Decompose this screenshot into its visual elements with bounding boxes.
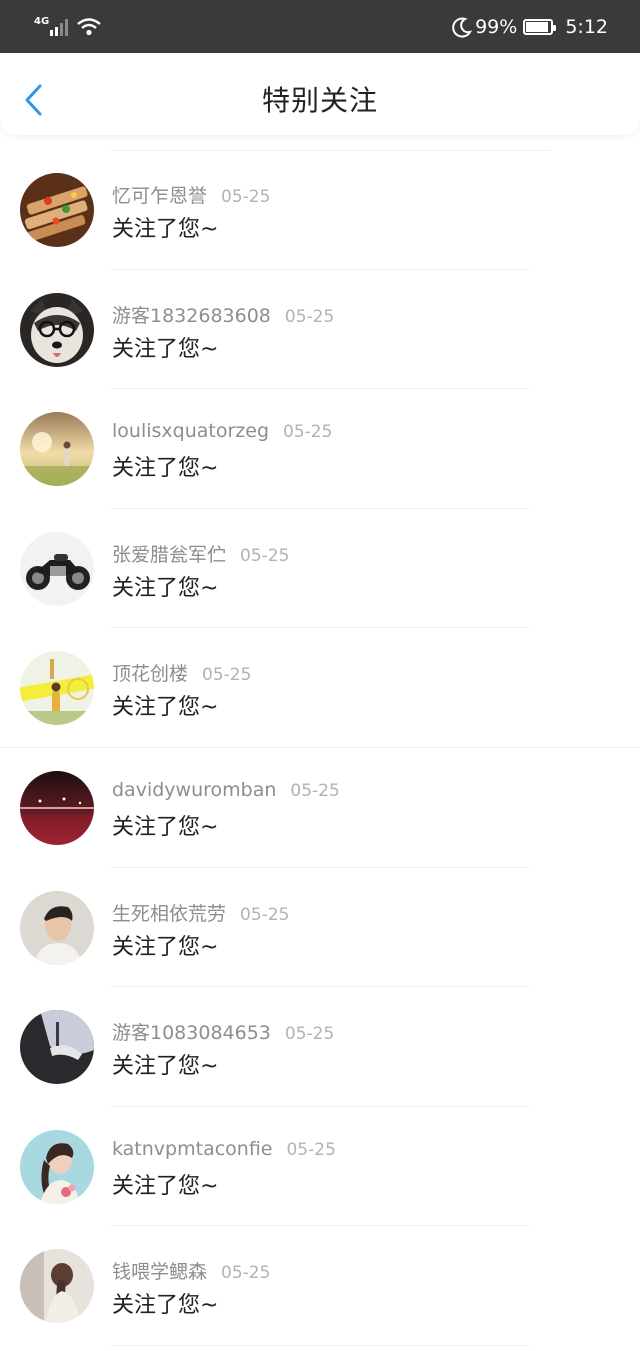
follow-date: 05-25 xyxy=(284,1024,335,1045)
girl-braid-avatar[interactable] xyxy=(20,1129,94,1204)
battery-icon xyxy=(523,19,557,35)
list-item[interactable]: 钱喂学鳃森 05-25 关注了您~ xyxy=(0,1226,640,1346)
follower-name[interactable]: davidywuromban xyxy=(112,779,276,801)
follow-date: 05-25 xyxy=(286,1139,336,1160)
list-item[interactable]: davidywuromban 05-25 关注了您~ xyxy=(0,748,640,868)
follower-name[interactable]: 钱喂学鳃森 xyxy=(112,1261,207,1283)
list-item[interactable]: 生死相依荒劳 05-25 关注了您~ xyxy=(0,868,640,988)
nav-header: 特别关注 xyxy=(0,53,640,135)
list-item[interactable]: katnvpmtaconfie 05-25 关注了您~ xyxy=(0,1107,640,1227)
list-item[interactable]: loulisxquatorzeg 05-25 关注了您~ xyxy=(0,389,640,509)
follower-name[interactable]: katnvpmtaconfie xyxy=(112,1138,272,1160)
follow-message: 关注了您~ xyxy=(112,814,219,840)
follow-message: 关注了您~ xyxy=(112,695,219,721)
young-man-avatar[interactable] xyxy=(20,890,94,965)
follower-name[interactable]: 生死相依荒劳 xyxy=(112,903,226,925)
moon-icon xyxy=(452,17,473,38)
husky-dog-avatar[interactable] xyxy=(20,292,94,367)
follow-message: 关注了您~ xyxy=(112,575,219,601)
follower-name[interactable]: loulisxquatorzeg xyxy=(112,420,269,442)
status-bar: 4G 99% 5:12 xyxy=(0,0,640,53)
follower-name[interactable]: 游客1083084653 xyxy=(112,1022,271,1044)
list-item[interactable]: 顶花创楼 05-25 关注了您~ xyxy=(0,628,640,748)
follower-name[interactable]: 忆可乍恩誉 xyxy=(112,185,207,207)
clock: 5:12 xyxy=(565,16,608,38)
list-item[interactable]: 张爱腊瓮军伫 05-25 关注了您~ xyxy=(0,509,640,629)
follow-message: 关注了您~ xyxy=(112,934,219,960)
signal-icon xyxy=(50,18,70,36)
follow-date: 05-25 xyxy=(221,187,271,207)
battery-percent: 99% xyxy=(475,16,518,38)
wifi-icon xyxy=(77,18,101,36)
follow-date: 05-25 xyxy=(240,904,290,925)
list-item[interactable]: 游客1832683608 05-25 关注了您~ xyxy=(0,270,640,390)
sunset-field-avatar[interactable] xyxy=(20,412,94,487)
divider xyxy=(110,1344,530,1346)
girl-back-avatar[interactable] xyxy=(20,1249,94,1324)
follow-date: 05-25 xyxy=(284,306,335,327)
night-city-avatar[interactable] xyxy=(20,770,94,845)
page-title: 特别关注 xyxy=(261,84,378,117)
follow-date: 05-25 xyxy=(290,780,340,801)
follow-date: 05-25 xyxy=(202,665,252,686)
follow-message: 关注了您~ xyxy=(112,456,219,482)
follower-name[interactable]: 张爱腊瓮军伫 xyxy=(112,544,226,566)
follow-message: 关注了您~ xyxy=(112,217,219,242)
follow-message: 关注了您~ xyxy=(112,1173,219,1199)
follow-message: 关注了您~ xyxy=(112,336,219,362)
follow-message: 关注了您~ xyxy=(112,1054,219,1080)
follow-message: 关注了您~ xyxy=(112,1293,219,1319)
dark-hand-avatar[interactable] xyxy=(20,1010,94,1085)
follower-name[interactable]: 顶花创楼 xyxy=(112,663,188,685)
follower-name[interactable]: 游客1832683608 xyxy=(112,305,271,327)
motorcycle-avatar[interactable] xyxy=(20,531,94,606)
follower-list: 忆可乍恩誉 05-25 关注了您~ 游客1832683608 05-25 关注了您~ xyxy=(0,150,640,1346)
follow-date: 05-25 xyxy=(283,422,333,443)
follow-date: 05-25 xyxy=(240,545,290,566)
list-item[interactable]: 忆可乍恩誉 05-25 关注了您~ xyxy=(0,150,640,270)
food-grill-avatar[interactable] xyxy=(20,173,94,247)
network-type: 4G xyxy=(34,15,50,27)
follow-date: 05-25 xyxy=(221,1263,271,1284)
list-item[interactable]: 游客1083084653 05-25 关注了您~ xyxy=(0,987,640,1107)
fairground-avatar[interactable] xyxy=(20,651,94,726)
